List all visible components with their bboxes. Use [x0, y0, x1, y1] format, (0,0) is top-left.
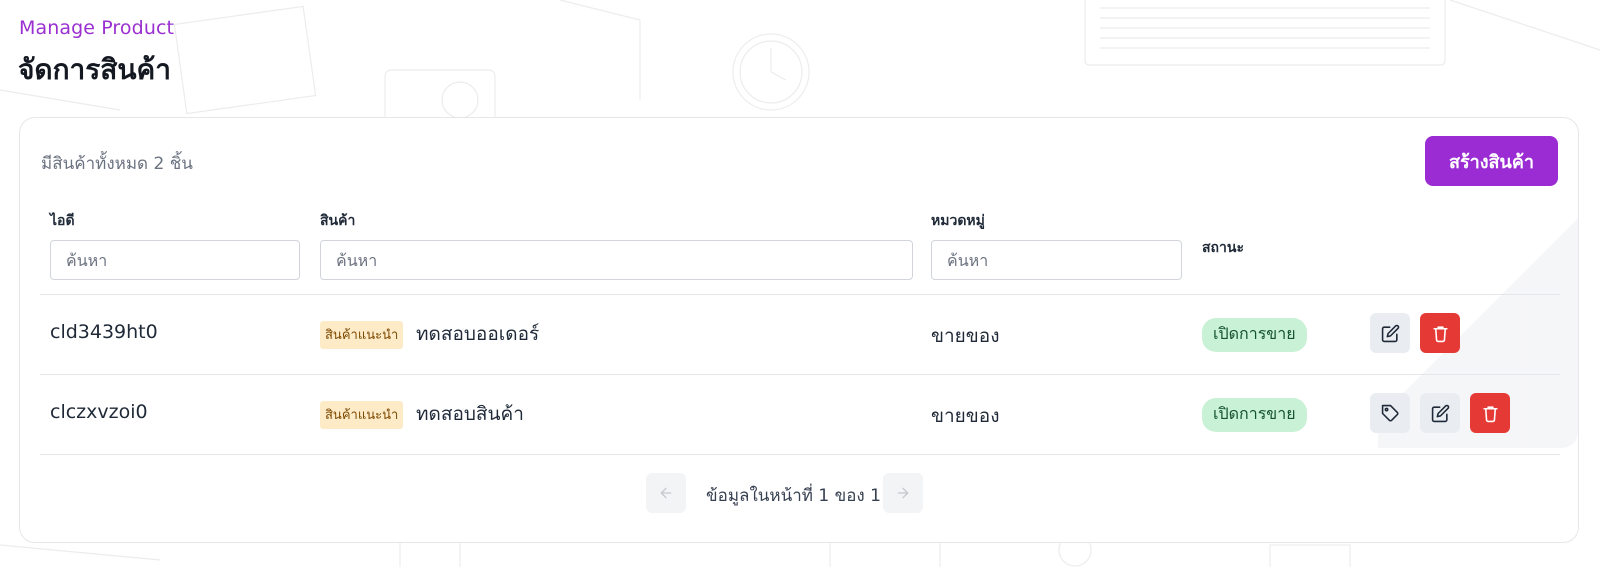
row-id: clczxvzoi0: [50, 401, 148, 423]
page-eyebrow: Manage Product: [19, 17, 175, 39]
table-bottom-divider: [40, 454, 1560, 455]
featured-badge: สินค้าแนะนำ: [320, 321, 404, 349]
row-category: ขายของ: [931, 405, 1000, 427]
trash-icon: [1482, 405, 1498, 422]
table-row: cld3439ht0 สินค้าแนะนำ ทดสอบออเดอร์ ขายข…: [20, 294, 1578, 374]
column-header-category: หมวดหมู่: [931, 213, 985, 229]
status-badge: เปิดการขาย: [1202, 398, 1307, 432]
page-title: จัดการสินค้า: [18, 53, 171, 86]
arrow-left-icon: [660, 487, 672, 499]
tag-icon: [1381, 404, 1399, 422]
tag-button[interactable]: [1370, 393, 1410, 433]
column-header-product: สินค้า: [320, 213, 356, 229]
arrow-right-icon: [897, 487, 909, 499]
edit-icon: [1381, 324, 1399, 342]
status-badge: เปิดการขาย: [1202, 318, 1307, 352]
column-header-id: ไอดี: [50, 213, 75, 229]
total-count: มีสินค้าทั้งหมด 2 ชิ้น: [41, 154, 193, 174]
create-product-button[interactable]: สร้างสินค้า: [1425, 136, 1558, 186]
edit-icon: [1431, 404, 1449, 422]
pagination-info: ข้อมูลในหน้าที่ 1 ของ 1: [706, 486, 881, 506]
delete-button[interactable]: [1420, 313, 1460, 353]
delete-button[interactable]: [1470, 393, 1510, 433]
column-header-status: สถานะ: [1202, 240, 1244, 256]
product-name: ทดสอบสินค้า: [416, 403, 524, 425]
product-search-input[interactable]: [320, 240, 913, 280]
row-category: ขายของ: [931, 325, 1000, 347]
prev-page-button[interactable]: [646, 473, 686, 513]
product-card: มีสินค้าทั้งหมด 2 ชิ้น สร้างสินค้า ไอดี …: [19, 117, 1579, 543]
id-search-input[interactable]: [50, 240, 300, 280]
trash-icon: [1432, 325, 1448, 342]
featured-badge: สินค้าแนะนำ: [320, 401, 404, 429]
edit-button[interactable]: [1420, 393, 1460, 433]
edit-button[interactable]: [1370, 313, 1410, 353]
table-row: clczxvzoi0 สินค้าแนะนำ ทดสอบสินค้า ขายขอ…: [20, 374, 1578, 454]
row-id: cld3439ht0: [50, 321, 158, 343]
next-page-button[interactable]: [883, 473, 923, 513]
product-name: ทดสอบออเดอร์: [416, 323, 540, 345]
category-search-input[interactable]: [931, 240, 1182, 280]
